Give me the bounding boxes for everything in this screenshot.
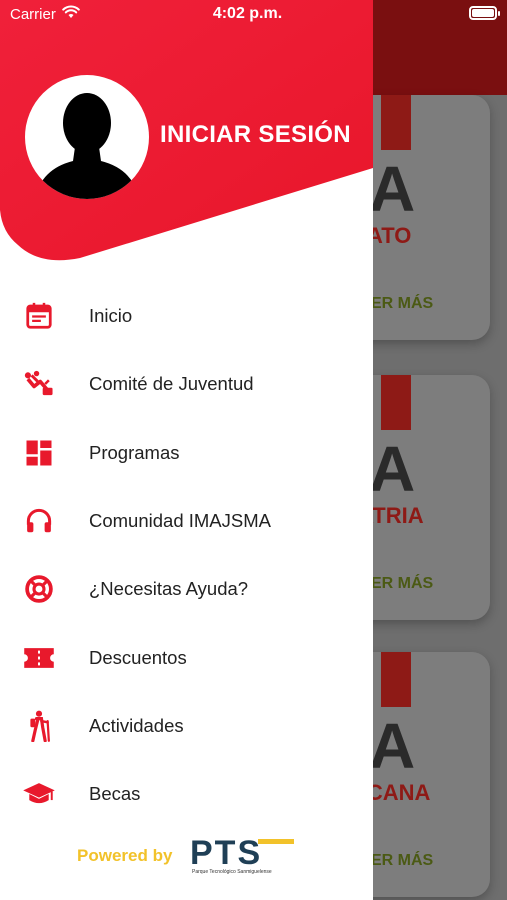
battery-icon: [469, 6, 500, 20]
card-more-link[interactable]: ER MÁS: [371, 575, 433, 593]
menu-item-label: Descuentos: [89, 646, 187, 668]
card-flag: [381, 95, 411, 150]
menu-item-descuentos[interactable]: Descuentos: [0, 623, 373, 691]
lifebuoy-icon: [22, 572, 56, 606]
powered-by-footer: Powered by PTS Parque Tecnológico Sanmig…: [0, 832, 373, 882]
card-more-link[interactable]: ER MÁS: [371, 852, 433, 870]
menu-item-label: Comité de Juventud: [89, 373, 254, 395]
menu-item-label: ¿Necesitas Ayuda?: [89, 578, 249, 600]
card-title: ATO: [367, 223, 412, 248]
card-flag: [381, 375, 411, 430]
logo-text: PTS: [190, 836, 262, 870]
card-flag: [381, 652, 411, 707]
navigation-drawer: INICIAR SESIÓN Inicio Comité de Juventud…: [0, 0, 373, 900]
menu-item-label: Inicio: [89, 305, 133, 327]
card-more-link[interactable]: ER MÁS: [371, 295, 433, 313]
dashboard-icon: [22, 436, 56, 470]
headphones-icon: [22, 504, 56, 538]
menu-item-comite-de-juventud[interactable]: Comité de Juventud: [0, 350, 373, 418]
menu-item-label: Becas: [89, 783, 141, 805]
menu-item-necesitas-ayuda[interactable]: ¿Necesitas Ayuda?: [0, 555, 373, 623]
powered-by-label: Powered by: [77, 846, 173, 865]
avatar[interactable]: [25, 75, 149, 199]
card-big-text: A: [369, 433, 416, 505]
graduation-cap-icon: [22, 777, 56, 811]
clock: 4:02 p.m.: [212, 5, 283, 22]
hiker-icon: [22, 709, 56, 743]
drawer-menu: Inicio Comité de Juventud Programas Comu…: [0, 282, 373, 828]
menu-item-label: Actividades: [89, 714, 184, 736]
menu-item-actividades[interactable]: Actividades: [0, 692, 373, 760]
login-button[interactable]: INICIAR SESIÓN: [160, 121, 351, 149]
status-bar: Carrier 4:02 p.m.: [0, 0, 507, 28]
menu-item-programas[interactable]: Programas: [0, 419, 373, 487]
menu-item-becas[interactable]: Becas: [0, 760, 373, 828]
card-big-text: A: [369, 153, 416, 225]
ticket-icon: [22, 641, 56, 675]
logo-subtitle: Parque Tecnológico Sanmiguelense: [192, 869, 272, 875]
network-icon: [22, 367, 56, 401]
menu-item-label: Comunidad IMAJSMA: [89, 510, 271, 532]
drawer-header: INICIAR SESIÓN: [0, 0, 373, 262]
card-big-text: A: [369, 710, 416, 782]
menu-item-inicio[interactable]: Inicio: [0, 282, 373, 350]
calendar-icon: [22, 299, 56, 333]
user-silhouette-icon: [35, 93, 139, 199]
menu-item-comunidad-imajsma[interactable]: Comunidad IMAJSMA: [0, 487, 373, 555]
menu-item-label: Programas: [89, 441, 180, 463]
